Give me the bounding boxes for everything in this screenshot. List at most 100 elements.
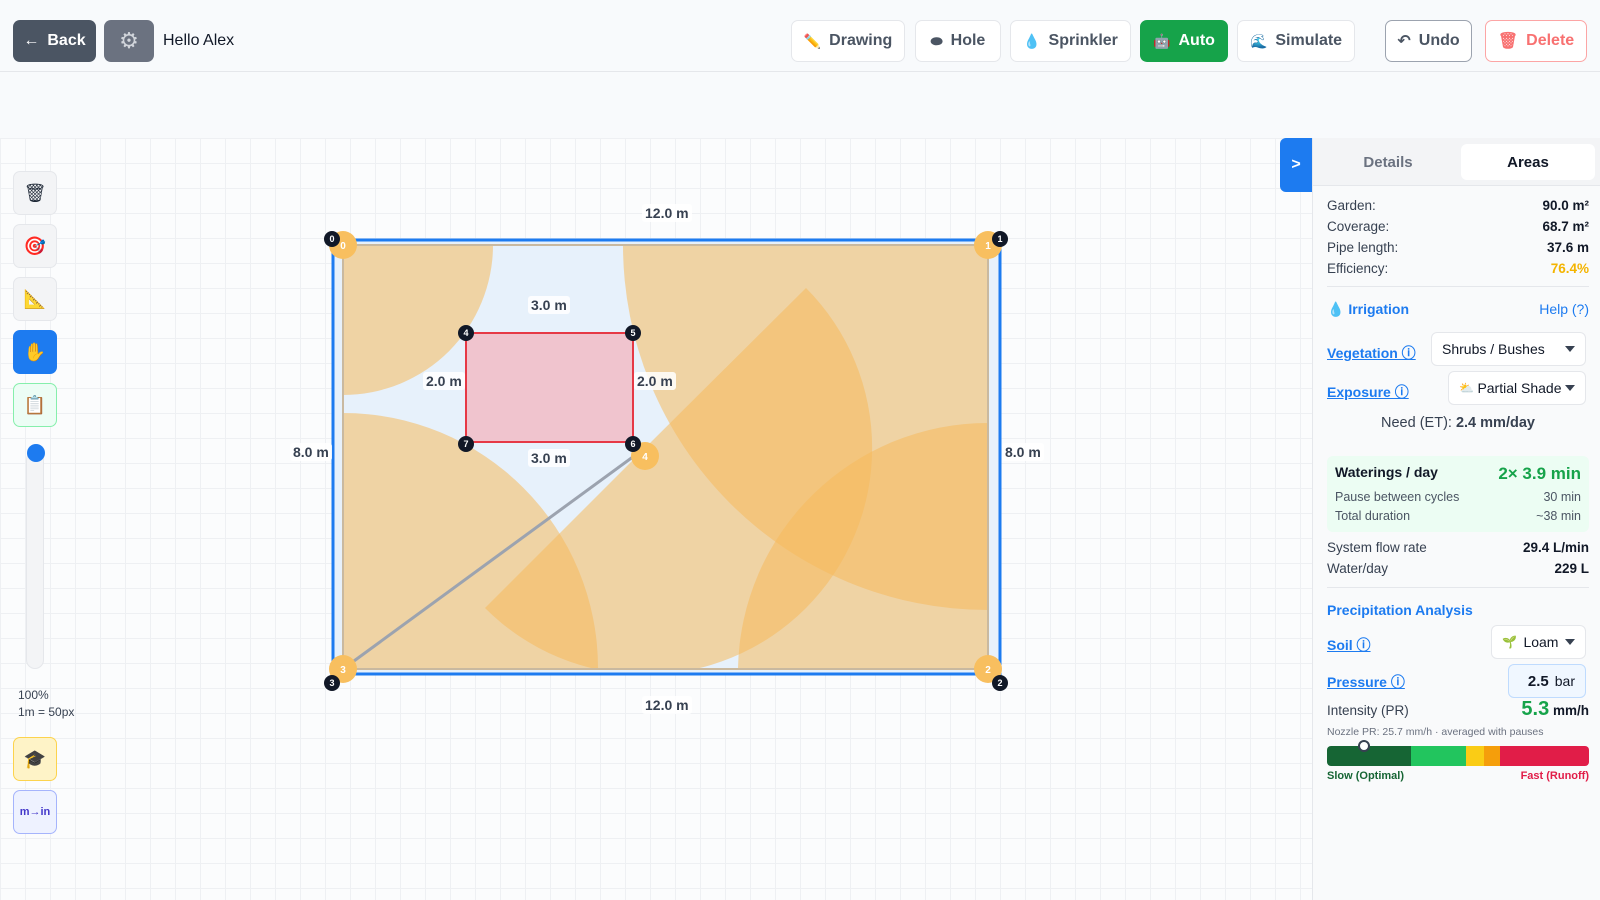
hand-icon: ✋ [23,341,47,362]
garden-canvas[interactable]: 0 1 2 3 4 0 1 2 3 4 5 6 7 1 2.0 m 12.0 m … [0,138,1312,900]
panel-toggle-button[interactable]: > [1280,138,1312,192]
gauge-marker [1357,740,1370,752]
hole-icon: ⬬ [930,32,943,49]
sprout-icon: 🌱 [1502,635,1517,649]
auto-tool-button[interactable]: 🤖 Auto [1140,20,1228,62]
stat-efficiency: Efficiency: 76.4% [1327,261,1589,276]
undo-button[interactable]: ↶ Undo [1385,20,1472,62]
vegetation-value: Shrubs / Bushes [1442,341,1545,357]
sprinkler-tool-button[interactable]: 💧 Sprinkler [1010,20,1131,62]
simulate-icon: 🌊 [1249,32,1268,49]
precip-title: Precipitation Analysis [1327,602,1473,618]
stat-garden: Garden: 90.0 m² [1327,198,1589,213]
sprinkler-label-3: 3 [340,665,346,676]
pause-label: Pause between cycles [1335,490,1460,504]
waterings-label: Waterings / day [1335,464,1438,480]
sprinkler-label-1: 1 [985,241,991,252]
gauge-labels: Slow (Optimal) Fast (Runoff) [1327,770,1589,782]
hole-tool-button[interactable]: ⬬ Hole [915,20,1001,62]
water-day-row: Water/day 229 L [1327,561,1589,576]
vertex-label-7: 7 [463,439,468,449]
soil-select[interactable]: 🌱 Loam [1491,625,1586,659]
ruler-icon: 📐 [23,288,47,309]
trash-icon: 🗑 [23,182,47,203]
delete-button[interactable]: 🗑 Delete [1485,20,1587,62]
gear-icon: ⚙ [119,28,139,53]
exposure-select[interactable]: ⛅ Partial Shade [1448,371,1586,405]
dimension-right: 8.0 m [1002,443,1044,461]
soil-value: Loam [1523,634,1559,650]
partly-cloudy-icon: ⛅ [1459,381,1474,395]
help-link[interactable]: Help (?) [1539,301,1589,318]
fast-label: Fast (Runoff) [1520,770,1589,782]
measure-button[interactable]: 📐 [13,277,57,321]
settings-button[interactable]: ⚙ [104,20,154,62]
total-value: ~38 min [1536,509,1581,523]
zoom-slider-knob[interactable] [27,444,45,462]
irrigation-header: 💧 Irrigation Help (?) [1327,301,1589,318]
panel-toggle-label: > [1291,156,1301,173]
intensity-row: Intensity (PR) 5.3 mm/h [1327,698,1589,721]
vertex-label-2: 2 [997,678,1002,688]
arrow-left-icon: ← [23,32,40,49]
nozzle-note: Nozzle PR: 25.7 mm/h · averaged with pau… [1327,726,1544,738]
dimension-hole-top: 3.0 m [528,296,570,314]
intensity-value: 5.3 [1521,698,1550,720]
notes-button[interactable]: 📋 [13,383,57,427]
vertex-label-6: 6 [630,439,635,449]
drawing-label: Drawing [829,32,893,49]
chevron-down-icon [1564,639,1575,645]
notepad-icon: 📋 [23,394,47,415]
pressure-input[interactable]: 2.5 bar [1508,664,1586,698]
unit-toggle-button[interactable]: m→in [13,790,57,834]
need-value: 2.4 mm/day [1455,415,1535,431]
stat-pipe-length: Pipe length: 37.6 m [1327,240,1589,255]
stat-label: Pipe length: [1327,240,1399,255]
zoom-level: 100% [18,688,49,702]
clear-button[interactable]: 🗑 [13,171,57,215]
drawing-tool-button[interactable]: ✏️ Drawing [791,20,905,62]
greeting-text: Hello Alex [163,32,235,49]
simulate-tool-button[interactable]: 🌊 Simulate [1237,20,1355,62]
stat-label: Garden: [1327,198,1376,213]
stat-coverage: Coverage: 68.7 m² [1327,219,1589,234]
vegetation-link[interactable]: Vegetation ⓘ [1327,343,1416,363]
tutorial-button[interactable]: 🎓 [13,737,57,781]
dimension-hole-right: 2.0 m [634,372,676,390]
chevron-down-icon [1565,346,1575,352]
dimension-left: 8.0 m [290,443,332,461]
dimension-hole-bottom: 3.0 m [528,449,570,467]
tab-areas[interactable]: Areas [1461,144,1595,180]
vertex-label-0: 0 [329,234,334,244]
water-value: 229 L [1554,561,1589,576]
need-et: Need (ET): 2.4 mm/day [1327,415,1589,431]
hole-shape[interactable] [465,332,634,443]
waterings-card: Waterings / day 2× 3.9 min Pause between… [1327,456,1589,532]
unit-toggle-label: m→in [19,806,51,818]
spray-coverage [343,245,988,669]
back-button[interactable]: ← Back [13,20,96,62]
exposure-value: Partial Shade [1477,380,1562,396]
total-row: Total duration ~38 min [1335,509,1581,523]
pressure-value: 2.5 [1527,672,1549,690]
intensity-label: Intensity (PR) [1327,703,1409,718]
stat-value: 76.4% [1550,261,1589,276]
trash-icon: 🗑 [1497,33,1519,50]
pressure-unit: bar [1554,673,1575,689]
zoom-slider-track[interactable] [26,451,44,669]
pressure-link[interactable]: Pressure ⓘ [1327,672,1405,692]
tab-details[interactable]: Details [1319,144,1457,180]
pan-button[interactable]: ✋ [13,330,57,374]
target-icon: 🎯 [23,235,47,256]
sprinkler-label-4: 4 [642,452,648,463]
vegetation-select[interactable]: Shrubs / Bushes [1431,332,1586,366]
garden-drawing[interactable]: 0 1 2 3 4 0 1 2 3 4 5 6 7 [0,138,1312,900]
waterings-row: Waterings / day 2× 3.9 min [1335,464,1581,484]
soil-link[interactable]: Soil ⓘ [1327,635,1371,655]
intensity-unit: mm/h [1552,703,1589,718]
exposure-link[interactable]: Exposure ⓘ [1327,382,1409,402]
pause-value: 30 min [1543,490,1581,504]
pause-row: Pause between cycles 30 min [1335,490,1581,504]
divider [1327,286,1589,287]
target-button[interactable]: 🎯 [13,224,57,268]
